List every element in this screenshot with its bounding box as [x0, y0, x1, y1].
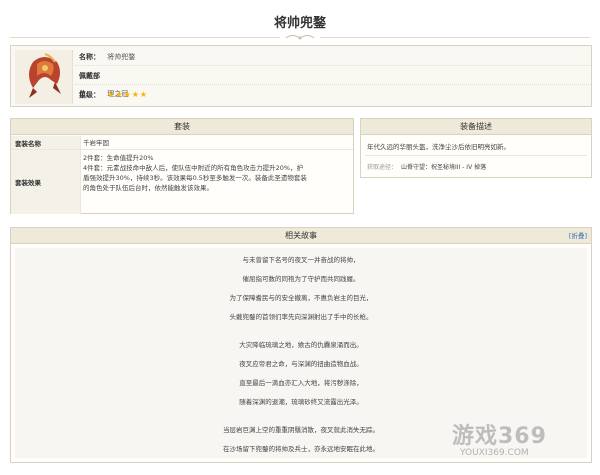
description-panel: 装备描述 年代久远的华丽头盔，洗净尘沙后依旧明亮如新。 获取途径： 山脊守望：祝圣… [360, 118, 592, 178]
name-label: 名称： [79, 53, 100, 61]
info-row-slot: 佩戴部位： 理之冠 [75, 67, 591, 98]
source-label: 获取途径： [367, 164, 398, 171]
item-description: 年代久远的华丽头盔，洗净尘沙后依旧明亮如新。 [367, 143, 510, 151]
title-divider-right [320, 37, 590, 38]
set-panel: 套装 套装名称 千岩牢固 套装效果 2件套：生命值提升20% 4件套：元素战技命… [10, 118, 354, 214]
watermark-logo: 游戏369 [452, 424, 547, 449]
avatar [15, 50, 73, 104]
title-divider-left [10, 37, 280, 38]
set-effect-row: 套装效果 2件套：生命值提升20% 4件套：元素战技命中敌人后，使队伍中附近的所… [11, 150, 353, 214]
set-effect-text: 2件套：生命值提升20% 4件套：元素战技命中敌人后，使队伍中附近的所有角色攻击… [83, 150, 349, 193]
story-line: 随着深渊的退潮，琉璃砂终又流露出光泽。 [239, 398, 363, 406]
story-line: 催屈指可数的同袍为了守护而共同践履。 [242, 275, 360, 283]
helmet-icon [29, 53, 61, 98]
set-name-value: 千岩牢固 [83, 139, 109, 147]
description-divider [365, 155, 587, 156]
story-line: 与未曾留下名号的夜叉一并奋战的将帅， [242, 256, 360, 264]
rarity-label: 星级： [79, 91, 100, 99]
description-panel-title: 装备描述 [361, 119, 591, 135]
name-value: 将帅兜鍪 [107, 53, 136, 61]
story-line: 夜叉应帝君之命，与深渊的扭曲造物血战。 [239, 360, 363, 368]
info-row-name: 名称： 将帅兜鍪 [75, 48, 591, 66]
info-row-rarity: 星级： ★★★★★ [75, 86, 591, 104]
story-line: 大灾降临琉璃之地，飨古的仇爨泉涌而出。 [239, 341, 363, 349]
set-panel-title: 套装 [11, 119, 353, 135]
set-effect-key: 套装效果 [11, 150, 81, 214]
source-line: 获取途径： 山脊守望：祝圣秘境III - IV 掉落 [367, 162, 587, 171]
watermark: 游戏369 YOUXI369.COM [452, 418, 592, 464]
set-effect-line: 4件套：元素战技命中敌人后，使队伍中附近的所有角色攻击力提升20%，护 [83, 164, 304, 172]
set-effect-line: 的角色处于队伍后台时，依然能触发该效果。 [83, 184, 213, 192]
fold-button[interactable]: [折叠] [569, 228, 587, 244]
set-effect-line: 2件套：生命值提升20% [83, 154, 154, 162]
story-line: 头戴兜鍪的首领们率先向深渊射出了手中的长枪。 [229, 313, 373, 321]
ornament-icon [285, 35, 315, 40]
set-name-row: 套装名称 千岩牢固 [11, 136, 353, 150]
set-effect-line: 盾强效提升30%，持续3秒。该效果每0.5秒至多触发一次。装备此圣遗物套装 [83, 174, 307, 182]
story-panel-header: 相关故事 [折叠] [11, 228, 591, 244]
story-panel-title: 相关故事 [285, 231, 317, 240]
set-name-key: 套装名称 [11, 136, 81, 149]
watermark-url: YOUXI369.COM [460, 448, 529, 458]
story-line: 为了保障耆民与的安全撤离，不惠负岩主的目光， [229, 294, 373, 302]
item-info-card: 名称： 将帅兜鍪 佩戴部位： 理之冠 星级： ★★★★★ [10, 45, 592, 107]
page-title: 将帅兜鍪 [273, 16, 326, 31]
rarity-stars-icon: ★★★★★ [107, 90, 149, 99]
story-line: 直至最后一滴血亦汇入大地，将污秽涤除， [239, 379, 363, 387]
source-value: 山脊守望：祝圣秘境III - IV 掉落 [401, 164, 487, 171]
